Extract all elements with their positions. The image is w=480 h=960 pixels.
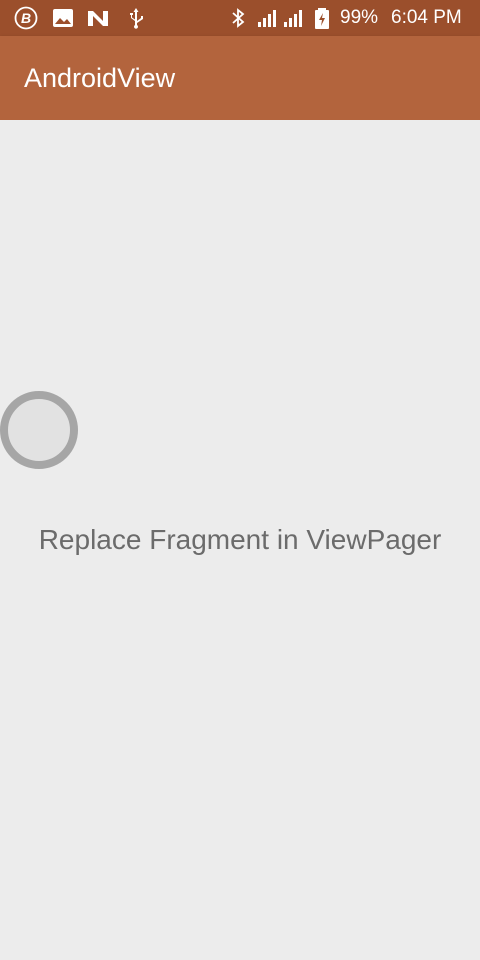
app-bar: AndroidView <box>0 36 480 120</box>
svg-text:B: B <box>21 10 31 26</box>
image-icon <box>53 9 73 27</box>
battery-icon <box>315 8 329 29</box>
usb-icon <box>130 8 143 29</box>
status-time: 6:04 PM <box>391 7 462 28</box>
content-area: Replace Fragment in ViewPager <box>0 120 480 960</box>
fragment-text: Replace Fragment in ViewPager <box>38 524 442 555</box>
touch-indicator <box>0 391 78 469</box>
b-badge-icon: B <box>14 6 38 30</box>
bluetooth-icon <box>232 8 245 28</box>
app-title: AndroidView <box>24 63 176 93</box>
signal-2-icon <box>284 10 302 27</box>
n-logo-icon <box>88 11 108 26</box>
signal-1-icon <box>258 10 276 27</box>
battery-percent: 99% <box>340 7 379 28</box>
status-bar: B 99% 6:04 PM <box>0 0 480 36</box>
